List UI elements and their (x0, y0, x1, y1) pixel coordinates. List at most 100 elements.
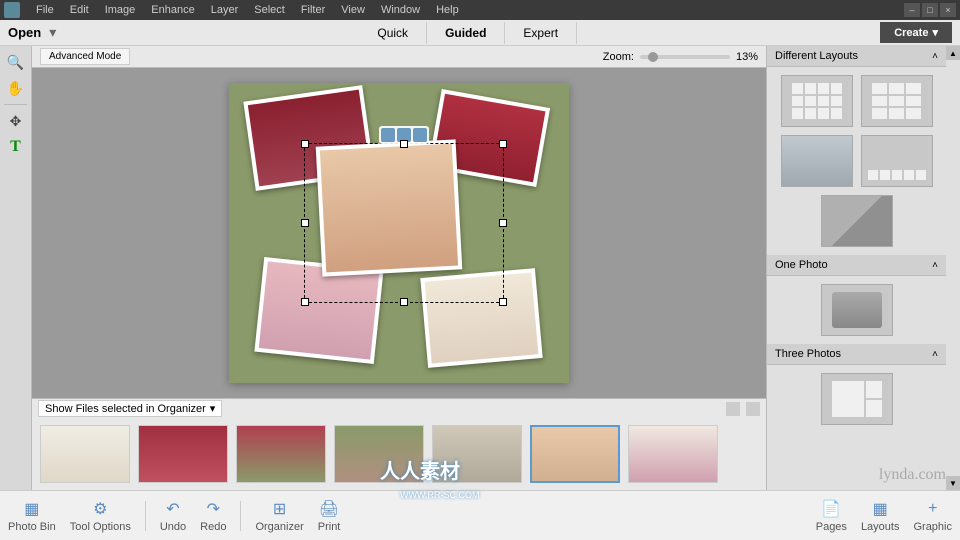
redo-icon: ↷ (202, 499, 224, 519)
undo-icon: ↶ (162, 499, 184, 519)
center-workspace: Advanced Mode Zoom: 13% (32, 46, 766, 490)
zoom-control: Zoom: 13% (603, 51, 758, 63)
bin-thumbnail[interactable] (40, 425, 130, 483)
tool-options-button[interactable]: ⚙Tool Options (70, 499, 131, 533)
resize-handle[interactable] (400, 140, 408, 148)
chevron-up-icon: ˄ (932, 51, 938, 62)
scroll-down-icon[interactable]: ▼ (946, 476, 960, 490)
mode-tabs: Quick Guided Expert (359, 22, 577, 44)
menu-help[interactable]: Help (428, 4, 467, 16)
float-action-icon[interactable] (413, 128, 427, 142)
layout-option[interactable] (781, 75, 853, 127)
section-one-photo[interactable]: One Photo ˄ (767, 255, 946, 276)
bin-thumbnail[interactable] (138, 425, 228, 483)
pages-button[interactable]: 📄Pages (816, 499, 847, 533)
bin-thumbnail[interactable] (628, 425, 718, 483)
resize-handle[interactable] (499, 219, 507, 227)
watermark-cn: 人人素材 (380, 455, 460, 484)
zoom-label: Zoom: (603, 51, 634, 63)
menu-filter[interactable]: Filter (293, 4, 333, 16)
resize-handle[interactable] (499, 140, 507, 148)
photo-bin-button[interactable]: ▦Photo Bin (8, 499, 56, 533)
resize-handle[interactable] (301, 298, 309, 306)
text-tool-icon[interactable]: T (3, 135, 29, 159)
open-button[interactable]: Open (8, 25, 41, 40)
layouts-icon: ▦ (869, 499, 891, 519)
tool-palette: 🔍 ✋ ✥ T (0, 46, 32, 490)
menu-window[interactable]: Window (373, 4, 428, 16)
menubar: File Edit Image Enhance Layer Select Fil… (0, 0, 960, 20)
bin-view-icon[interactable] (746, 402, 760, 416)
layouts-panel: Different Layouts ˄ One Photo ˄ Three Ph… (766, 46, 946, 490)
layout-option[interactable] (821, 373, 893, 425)
print-icon: 🖨 (318, 499, 340, 519)
section-title: Three Photos (775, 348, 841, 360)
menu-enhance[interactable]: Enhance (143, 4, 202, 16)
layout-option[interactable] (861, 135, 933, 187)
zoom-thumb[interactable] (648, 52, 658, 62)
collage-canvas[interactable] (229, 83, 569, 383)
organizer-button[interactable]: ⊞Organizer (255, 499, 303, 533)
photo-bin-bar: Show Files selected in Organizer ▾ (32, 398, 766, 418)
create-label: Create (894, 27, 928, 39)
layout-option[interactable] (861, 75, 933, 127)
bin-view-icon[interactable] (726, 402, 740, 416)
resize-handle[interactable] (400, 298, 408, 306)
redo-button[interactable]: ↷Redo (200, 499, 226, 533)
menu-file[interactable]: File (28, 4, 62, 16)
graphics-button[interactable]: +Graphic (913, 499, 952, 533)
tab-expert[interactable]: Expert (505, 22, 577, 44)
toolbar: Open ▾ Quick Guided Expert Create ▾ (0, 20, 960, 46)
zoom-slider[interactable] (640, 55, 730, 59)
scroll-up-icon[interactable]: ▲ (946, 46, 960, 60)
menu-view[interactable]: View (333, 4, 373, 16)
layout-option[interactable] (781, 135, 853, 187)
menu-select[interactable]: Select (246, 4, 293, 16)
chevron-up-icon: ˄ (932, 260, 938, 271)
zoom-tool-icon[interactable]: 🔍 (3, 50, 29, 74)
section-different-layouts[interactable]: Different Layouts ˄ (767, 46, 946, 67)
menu-layer[interactable]: Layer (203, 4, 247, 16)
organizer-icon: ⊞ (269, 499, 291, 519)
canvas-area[interactable] (32, 68, 766, 398)
app-icon (4, 2, 20, 18)
menu-edit[interactable]: Edit (62, 4, 97, 16)
resize-handle[interactable] (301, 219, 309, 227)
float-action-icon[interactable] (381, 128, 395, 142)
bin-thumbnail-selected[interactable] (530, 425, 620, 483)
print-button[interactable]: 🖨Print (318, 499, 341, 533)
watermark-lynda: lynda.com (879, 466, 946, 484)
layouts-button[interactable]: ▦Layouts (861, 499, 900, 533)
bottom-bar: ▦Photo Bin ⚙Tool Options ↶Undo ↷Redo ⊞Or… (0, 490, 960, 540)
bin-filter-dropdown[interactable]: Show Files selected in Organizer ▾ (38, 400, 222, 417)
create-button[interactable]: Create ▾ (880, 22, 952, 43)
pages-icon: 📄 (820, 499, 842, 519)
undo-button[interactable]: ↶Undo (160, 499, 186, 533)
maximize-button[interactable]: □ (922, 3, 938, 17)
menu-image[interactable]: Image (97, 4, 144, 16)
selection-box[interactable] (304, 143, 504, 303)
section-three-photos[interactable]: Three Photos ˄ (767, 344, 946, 365)
layout-option[interactable] (821, 195, 893, 247)
section-title: Different Layouts (775, 50, 858, 62)
chevron-down-icon: ▾ (210, 402, 216, 415)
close-button[interactable]: × (940, 3, 956, 17)
resize-handle[interactable] (499, 298, 507, 306)
section-title: One Photo (775, 259, 828, 271)
zoom-value: 13% (736, 51, 758, 63)
bin-thumbnail[interactable] (236, 425, 326, 483)
tab-quick[interactable]: Quick (359, 22, 427, 44)
resize-handle[interactable] (301, 140, 309, 148)
move-tool-icon[interactable]: ✥ (3, 109, 29, 133)
bin-filter-label: Show Files selected in Organizer (45, 403, 206, 415)
canvas-toolbar: Advanced Mode Zoom: 13% (32, 46, 766, 68)
open-dropdown-icon[interactable]: ▾ (49, 24, 56, 41)
advanced-mode-button[interactable]: Advanced Mode (40, 48, 130, 65)
tab-guided[interactable]: Guided (427, 22, 505, 44)
minimize-button[interactable]: – (904, 3, 920, 17)
window-controls: – □ × (904, 3, 956, 17)
watermark-url: WWW.RR-SC.COM (400, 490, 479, 500)
layout-option[interactable] (821, 284, 893, 336)
right-scrollbar[interactable]: ▲ ▼ (946, 46, 960, 490)
hand-tool-icon[interactable]: ✋ (3, 76, 29, 100)
